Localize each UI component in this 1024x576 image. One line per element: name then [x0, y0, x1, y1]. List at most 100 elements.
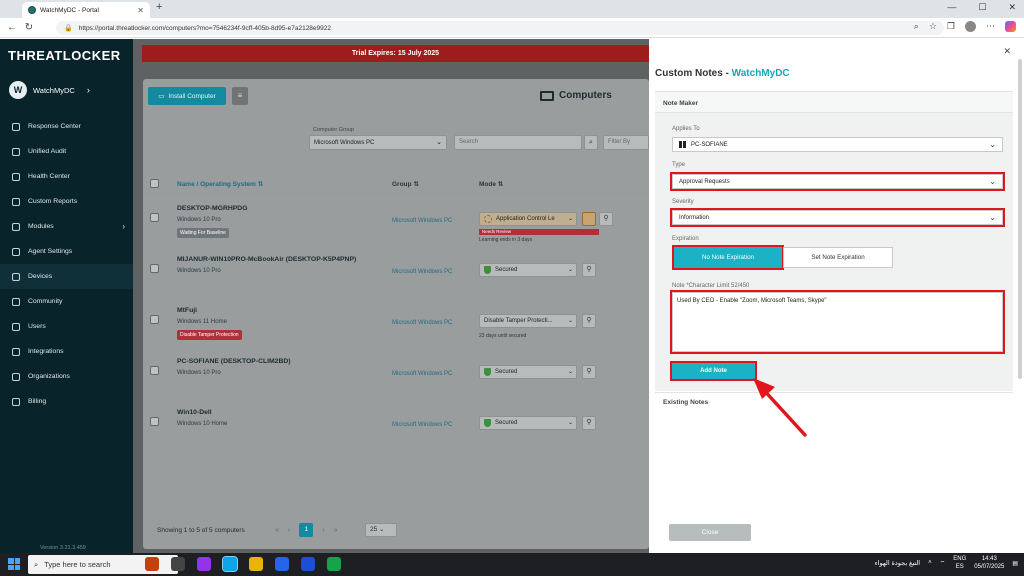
computer-name[interactable]: Win10-Dell: [177, 409, 212, 416]
maximize-icon[interactable]: ☐: [978, 2, 986, 13]
applies-to-select[interactable]: PC-SOFIANE ⌄: [672, 137, 1003, 152]
panel-close-icon[interactable]: ✕: [1003, 46, 1011, 57]
profile-avatar-icon[interactable]: [965, 21, 976, 32]
computer-group-link[interactable]: Microsoft Windows PC: [392, 218, 452, 224]
computer-os: Windows 10 Pro: [177, 217, 221, 223]
search-input[interactable]: Search: [454, 135, 582, 150]
mode-select[interactable]: Secured ⌄: [479, 416, 577, 430]
computer-name[interactable]: PC-SOFIANE (DESKTOP-CLIM2BD): [177, 358, 291, 365]
mode-select[interactable]: Secured ⌄: [479, 263, 577, 277]
sidebar-item-billing[interactable]: Billing: [0, 389, 133, 414]
sidebar-item-agent-settings[interactable]: Agent Settings: [0, 239, 133, 264]
chrome-icon[interactable]: [327, 557, 341, 571]
col-mode[interactable]: Mode ⇅: [479, 180, 503, 188]
new-tab-icon[interactable]: +: [156, 1, 162, 13]
type-select[interactable]: Approval Requests ⌄: [670, 172, 1005, 191]
computer-group-link[interactable]: Microsoft Windows PC: [392, 371, 452, 377]
prev-page-icon[interactable]: ‹: [288, 527, 290, 534]
task-view-icon[interactable]: [171, 557, 185, 571]
outlook-icon[interactable]: [301, 557, 315, 571]
refresh-icon[interactable]: ↻: [24, 22, 34, 33]
key-button[interactable]: ⚲: [582, 365, 596, 379]
current-page-button[interactable]: 1: [299, 523, 314, 537]
row-checkbox[interactable]: [150, 417, 159, 426]
sidebar-item-devices[interactable]: Devices: [0, 264, 133, 289]
mode-select[interactable]: Secured ⌄: [479, 365, 577, 379]
notifications-icon[interactable]: ▤: [1012, 560, 1018, 567]
key-button[interactable]: ⚲: [582, 314, 596, 328]
key-button[interactable]: ⚲: [582, 416, 596, 430]
sidebar-item-users[interactable]: Users: [0, 314, 133, 339]
key-button[interactable]: ⚲: [582, 263, 596, 277]
sidebar: THREATLOCKER W WatchMyDC › Response Cent…: [0, 39, 133, 553]
last-page-icon[interactable]: »: [334, 527, 338, 534]
window-close-icon[interactable]: ✕: [1008, 2, 1016, 13]
panel-scrollbar[interactable]: [1018, 59, 1022, 379]
filter-placeholder: Filter By: [608, 139, 631, 145]
tray-overflow-icon[interactable]: ˄: [928, 560, 932, 566]
row-checkbox[interactable]: [150, 315, 159, 324]
favorite-star-icon[interactable]: ☆: [929, 21, 937, 32]
chevron-down-icon: ⌄: [436, 139, 442, 146]
search-button[interactable]: ⌕: [584, 135, 598, 150]
sidebar-item-community[interactable]: Community: [0, 289, 133, 314]
tab-close-icon[interactable]: ✕: [137, 6, 144, 15]
clock[interactable]: 14:43 05/07/2025: [974, 555, 1004, 571]
windows-start-icon[interactable]: [8, 558, 20, 570]
file-explorer-icon[interactable]: [249, 557, 263, 571]
learning-mode-button[interactable]: [582, 212, 596, 226]
col-group[interactable]: Group ⇅: [392, 180, 419, 188]
copilot-icon[interactable]: [1005, 21, 1016, 32]
menu-button[interactable]: ≡: [232, 87, 248, 105]
computer-name[interactable]: DESKTOP-MGRHPDG: [177, 205, 248, 212]
sidebar-item-health-center[interactable]: Health Center: [0, 164, 133, 189]
sidebar-item-custom-reports[interactable]: Custom Reports: [0, 189, 133, 214]
filter-input[interactable]: Filter By: [603, 135, 649, 150]
no-expiration-button[interactable]: No Note Expiration: [672, 245, 784, 270]
note-textarea[interactable]: Used By CEO - Enable "Zoom, Microsoft Te…: [670, 290, 1005, 354]
col-name-os[interactable]: Name / Operating System ⇅: [177, 180, 263, 188]
computer-group-link[interactable]: Microsoft Windows PC: [392, 422, 452, 428]
zoom-icon[interactable]: ⌕: [914, 21, 919, 32]
url-field[interactable]: 🔒 https://portal.threatlocker.com/comput…: [56, 21, 944, 35]
sidebar-item-modules[interactable]: Modules ›: [0, 214, 133, 239]
set-expiration-button[interactable]: Set Note Expiration: [783, 247, 893, 268]
sidebar-item-response-center[interactable]: Response Center: [0, 114, 133, 139]
row-checkbox[interactable]: [150, 366, 159, 375]
computer-name[interactable]: MIJANUR-WIN10PRO-McBookAir (DESKTOP-K5P4…: [177, 256, 356, 263]
row-checkbox[interactable]: [150, 264, 159, 273]
select-all-checkbox[interactable]: [150, 179, 159, 188]
key-button[interactable]: ⚲: [599, 212, 613, 226]
mode-select[interactable]: Application Control Le ⌄: [479, 212, 577, 226]
collections-icon[interactable]: ❐: [947, 21, 955, 32]
search-icon: ⌕: [589, 139, 593, 146]
computer-group-select[interactable]: Microsoft Windows PC ⌄: [309, 135, 447, 150]
back-icon[interactable]: ←: [7, 22, 17, 33]
mode-select[interactable]: Disable Tamper Protecti... ⌄: [479, 314, 577, 328]
row-checkbox[interactable]: [150, 213, 159, 222]
more-menu-icon[interactable]: ⋯: [986, 21, 995, 32]
severity-select[interactable]: Information ⌄: [670, 208, 1005, 227]
install-computer-button[interactable]: ▭ Install Computer: [148, 87, 226, 105]
edge-icon[interactable]: [222, 556, 238, 572]
minimize-icon[interactable]: —: [947, 2, 956, 13]
sidebar-item-unified-audit[interactable]: Unified Audit: [0, 139, 133, 164]
weather-widget[interactable]: التبغ بجودة الهواء: [875, 559, 920, 567]
add-note-button[interactable]: Add Note: [670, 361, 757, 381]
account-switcher[interactable]: W WatchMyDC ›: [9, 81, 90, 99]
sidebar-item-integrations[interactable]: Integrations: [0, 339, 133, 364]
sidebar-item-organizations[interactable]: Organizations: [0, 364, 133, 389]
computer-group-link[interactable]: Microsoft Windows PC: [392, 320, 452, 326]
network-icon[interactable]: ⌔: [940, 559, 946, 567]
next-page-icon[interactable]: ›: [322, 527, 324, 534]
per-page-select[interactable]: 25 ⌄: [365, 523, 397, 537]
first-page-icon[interactable]: «: [275, 527, 279, 534]
computer-group-link[interactable]: Microsoft Windows PC: [392, 269, 452, 275]
store-icon[interactable]: [275, 557, 289, 571]
copilot-app-icon[interactable]: [197, 557, 211, 571]
computer-name[interactable]: MtFuji: [177, 307, 197, 314]
language-indicator[interactable]: ENG ES: [953, 555, 966, 571]
close-button[interactable]: Close: [669, 524, 751, 541]
col-group-label: Group: [392, 181, 412, 188]
browser-tab[interactable]: WatchMyDC - Portal ✕: [22, 2, 150, 18]
